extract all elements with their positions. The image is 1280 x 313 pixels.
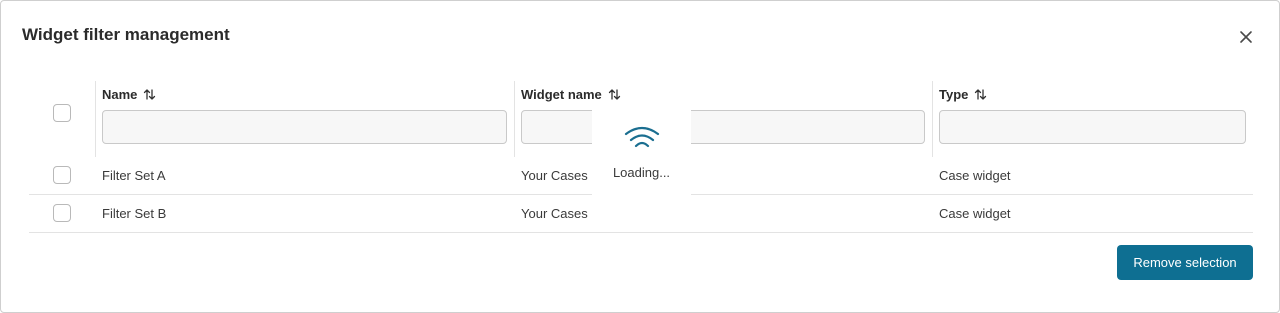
row-type: Case widget <box>939 206 1011 221</box>
column-header-widget-name: Widget name <box>521 85 621 103</box>
widget-name-filter-input[interactable] <box>521 110 925 144</box>
column-header-name: Name <box>102 85 156 103</box>
sort-icon[interactable] <box>143 88 156 101</box>
sort-icon[interactable] <box>608 88 621 101</box>
column-header-type: Type <box>939 85 987 103</box>
row-type: Case widget <box>939 168 1011 183</box>
select-all-checkbox[interactable] <box>53 104 71 122</box>
remove-selection-button[interactable]: Remove selection <box>1117 245 1253 280</box>
wifi-signal-icon <box>624 126 659 148</box>
row-widget-name: Your Cases <box>521 168 588 183</box>
close-button[interactable] <box>1235 26 1257 48</box>
name-filter-input[interactable] <box>102 110 507 144</box>
row-checkbox[interactable] <box>53 166 71 184</box>
column-divider <box>95 81 96 157</box>
column-divider <box>932 81 933 157</box>
loading-overlay: Loading... <box>592 109 691 209</box>
sort-icon[interactable] <box>974 88 987 101</box>
type-filter-input[interactable] <box>939 110 1246 144</box>
row-widget-name: Your Cases <box>521 206 588 221</box>
column-header-label: Type <box>939 86 969 102</box>
column-header-label: Name <box>102 86 138 102</box>
column-divider <box>514 81 515 157</box>
dialog-title: Widget filter management <box>22 25 230 44</box>
row-checkbox[interactable] <box>53 204 71 222</box>
column-header-label: Widget name <box>521 86 602 102</box>
close-icon <box>1240 31 1252 43</box>
row-name: Filter Set B <box>102 206 167 221</box>
filter-management-dialog: Widget filter management Name Widget nam… <box>0 0 1280 313</box>
loading-text: Loading... <box>612 165 671 180</box>
row-name: Filter Set A <box>102 168 166 183</box>
